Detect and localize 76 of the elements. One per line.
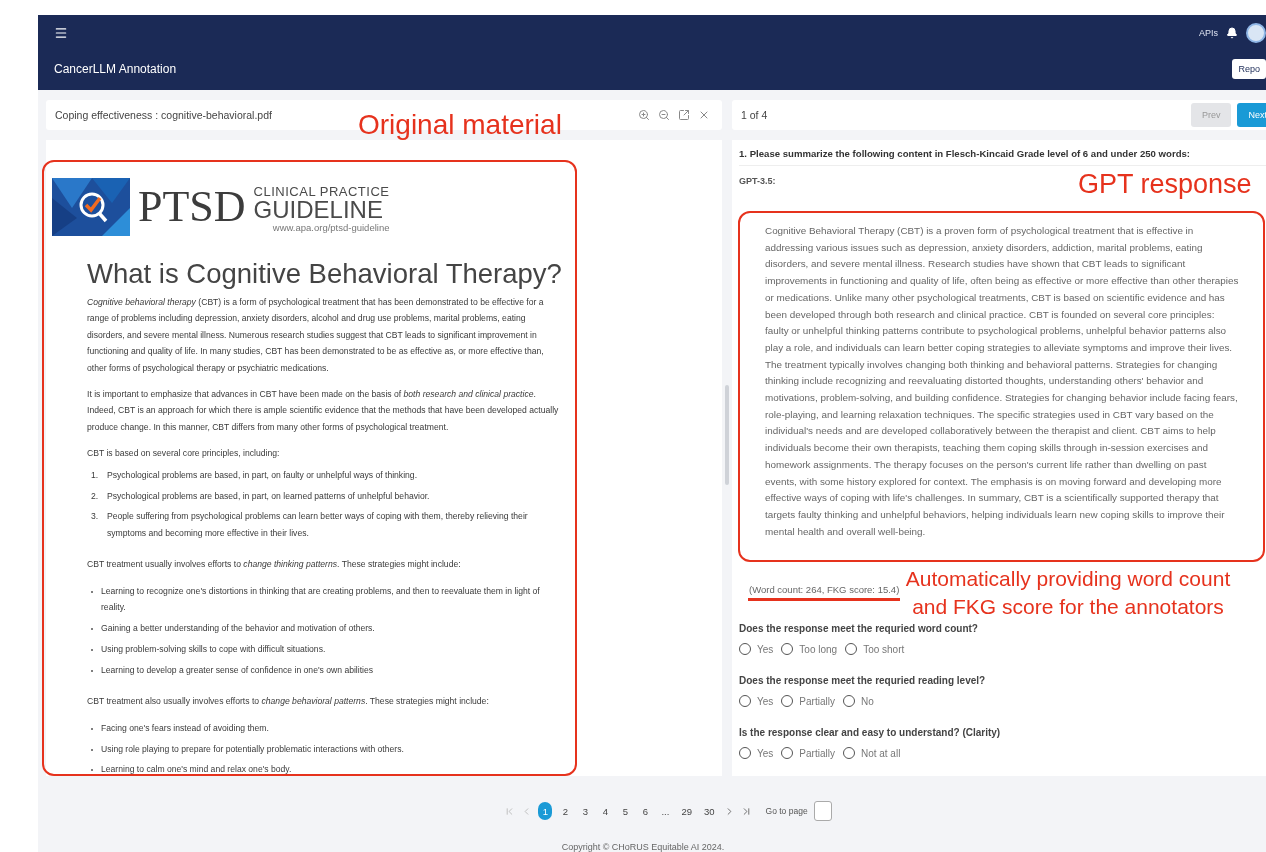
list-item-text: People suffering from psychological problems can learn better ways of coping with them, thereby relieving their symptoms and becoming more effective in their lives. xyxy=(107,510,529,540)
list-item-text: Gaining a better understanding of the behavior and motivation of others. xyxy=(101,622,375,635)
radio-button[interactable] xyxy=(781,747,794,759)
annotation-note: Automatically providing word count and FKG score for the annotators xyxy=(904,566,1232,620)
report-button[interactable]: Repo xyxy=(1232,59,1266,79)
annotation-label: GPT response xyxy=(1078,168,1252,201)
list-item-text: Using problem-solving skills to cope with difficult situations. xyxy=(101,642,326,656)
radio-button[interactable] xyxy=(842,695,855,707)
page-button[interactable]: ... xyxy=(658,802,673,820)
question-text: Is the response clear and easy to understand? (Clarity) xyxy=(739,727,1001,738)
radio-button[interactable] xyxy=(845,643,858,655)
response-text: Cognitive Behavioral Therapy (CBT) is a proven form of psychological treatment that is effective in addressing various issues such as depression, anxiety disorders, addiction, marital problems, eating disorders, and severe mental illness. Research studies have shown that CBT leads to significant improvements in functioning and quality of life, often being as effective or more effective than other therapies or medications. Unlike many other psychological treatments, CBT is based on scientific evidence and has been developed through both research and clinical practice. CBT is founded on several core principles: faulty or unhelpful thinking patterns contribute to psychological problems, unhelpful behavior patterns also play a role, and individuals can learn better coping strategies to alleviate symptoms and improve their lives. The treatment typically involves changing both thinking and behavioral patterns. Strategies for changing thinking include recognizing and reevaluating distorted thoughts, understanding others' behavior and motivations, problem-solving, and building confidence. Strategies for changing behavior include facing fears, role-playing, and learning relaxation techniques. The specific strategies used in CBT vary based on the individual's needs and are developed collaboratively between the therapist and client. CBT aims to help individuals become their own therapists, teaching them coping skills through in-session exercises and homework assignments. The therapy focuses on the person's current life rather than dwelling on past events, with some history explored for context. The emphasis is on moving forward and developing more effective ways of coping with life's challenges. In summary, CBT is a scientifically supported therapy that targets faulty thinking and unhelpful behaviors, helping individuals learn new coping skills to improve their mental health and overall well-being. xyxy=(765,224,1240,539)
option-label: Too long xyxy=(799,643,838,655)
open-external-icon[interactable] xyxy=(678,109,690,121)
option-label: Yes xyxy=(757,643,774,655)
annotation-label: Original material xyxy=(358,108,562,142)
page-button[interactable]: 5 xyxy=(618,802,633,820)
zoom-out-icon[interactable] xyxy=(658,109,670,121)
logo-url: www.apa.org/ptsd-guideline xyxy=(272,223,390,233)
document-heading: What is Cognitive Behavioral Therapy? xyxy=(87,257,562,291)
option-label: Yes xyxy=(757,695,774,707)
word-count-text: (Word count: 264, FKG score: 15.4) xyxy=(749,584,900,595)
page-button[interactable]: 2 xyxy=(558,802,573,820)
paragraph: CBT treatment usually involves efforts to change thinking patterns. These strategies might include: xyxy=(87,558,462,572)
option-label: Too short xyxy=(863,643,905,655)
paragraph: Cognitive behavioral therapy (CBT) is a form of psychological treatment that has been demonstrated to be effective for a range of problems including depression, anxiety disorders, alcohol and drug use problems, marital problems, eating disorders, and severe mental illness. Numerous research studies suggest that CBT leads to significant improvement in functioning and quality of life. In many studies, CBT has been demonstrated to be as effective as, or more effective than, other forms of psychological therapy or psychiatric medications. xyxy=(87,296,545,375)
page-button[interactable]: 6 xyxy=(638,802,653,820)
page-input[interactable] xyxy=(813,801,832,821)
bell-icon[interactable] xyxy=(1226,27,1238,39)
paragraph: It is important to emphasize that advances in CBT have been made on the basis of both research and clinical practice. Indeed, CBT is an approach for which there is ample scientific evidence that the methods that have been developed actually produce change. In this manner, CBT differs from many other forms of psychological treatment. xyxy=(87,388,560,434)
logo-title: GUIDELINE xyxy=(253,198,384,223)
page-button[interactable]: 29 xyxy=(678,802,695,820)
zoom-in-icon[interactable] xyxy=(638,109,650,121)
radio-button[interactable] xyxy=(739,643,751,655)
app-title: CancerLLM Annotation xyxy=(54,62,177,76)
list-item-text: Learning to recognize one's distortions in thinking that are creating problems, and then to reevaluate them in light of reality. xyxy=(101,584,541,615)
item-position: 1 of 4 xyxy=(741,109,768,121)
list-item-text: Psychological problems are based, in part, on learned patterns of unhelpful behavior. xyxy=(107,489,430,503)
model-label: GPT-3.5: xyxy=(739,176,776,186)
radio-button[interactable] xyxy=(781,643,794,655)
logo-word: PTSD xyxy=(138,185,246,229)
radio-button[interactable] xyxy=(781,695,794,707)
list-item-text: Facing one's fears instead of avoiding them. xyxy=(101,721,269,735)
page-button[interactable]: 4 xyxy=(598,802,613,820)
radio-button[interactable] xyxy=(739,695,751,707)
option-label: Not at all xyxy=(860,747,901,759)
copyright-text: Copyright © CHoRUS Equitable AI 2024. xyxy=(560,841,726,852)
logo-subtitle: CLINICAL PRACTICE xyxy=(253,185,390,199)
list-item-text: Using role playing to prepare for potentially problematic interactions with others. xyxy=(101,742,404,756)
list-number: 1. xyxy=(91,468,99,482)
option-label: Partially xyxy=(799,747,835,759)
list-item-text: Learning to calm one's mind and relax one's body. xyxy=(101,763,292,776)
list-number: 3. xyxy=(91,510,99,524)
paragraph: CBT treatment also usually involves efforts to change behavioral patterns. These strategies might include: xyxy=(87,695,490,709)
question-text: Does the response meet the requried word count? xyxy=(739,623,978,634)
page-button[interactable]: 3 xyxy=(578,802,593,820)
list-item-text: Learning to develop a greater sense of confidence in one's own abilities xyxy=(101,663,374,677)
option-label: Partially xyxy=(799,695,835,707)
list-item-text: Psychological problems are based, in part, on faulty or unhelpful ways of thinking. xyxy=(107,468,418,482)
prompt-text: 1. Please summarize the following content in Flesch-Kincaid Grade level of 6 and under 250 words: xyxy=(739,148,1266,166)
question-text: Does the response meet the requried reading level? xyxy=(739,675,986,686)
resize-handle[interactable] xyxy=(725,385,729,485)
avatar[interactable] xyxy=(1246,23,1266,43)
logo-icon xyxy=(52,178,130,236)
option-label: Yes xyxy=(757,747,774,759)
menu-icon[interactable] xyxy=(54,26,68,40)
page-button[interactable]: 30 xyxy=(700,802,718,820)
nav-link[interactable]: APIs xyxy=(1199,28,1218,38)
paragraph: CBT is based on several core principles, including: xyxy=(87,447,281,461)
radio-button[interactable] xyxy=(842,747,855,759)
radio-button[interactable] xyxy=(739,747,751,759)
list-number: 2. xyxy=(91,489,99,503)
document-title: Coping effectiveness : cognitive-behavioral.pdf xyxy=(55,109,272,121)
goto-label: Go to page xyxy=(765,806,808,816)
close-icon[interactable] xyxy=(698,109,710,121)
option-label: No xyxy=(860,695,874,707)
